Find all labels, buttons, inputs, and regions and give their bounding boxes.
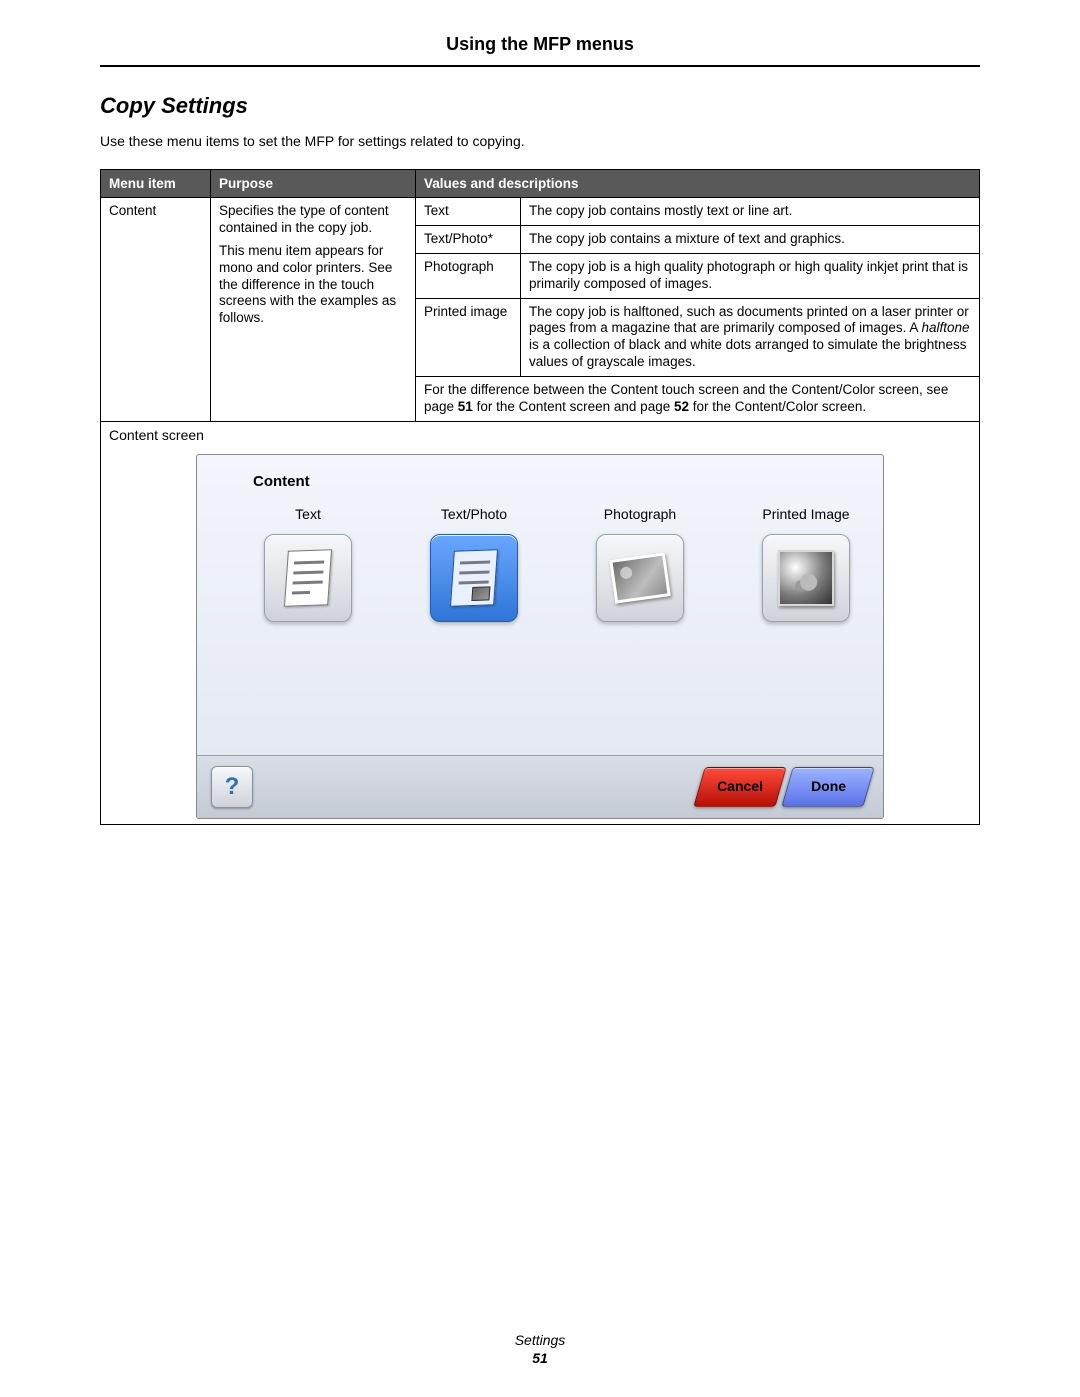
touchscreen-preview: Content Text Text/P <box>196 454 884 819</box>
option-label: Printed Image <box>747 506 865 524</box>
cell-purpose: Specifies the type of content contained … <box>211 198 416 422</box>
divider <box>100 65 980 67</box>
content-screen-label: Content screen <box>109 427 971 445</box>
chapter-title: Using the MFP menus <box>446 34 634 55</box>
question-icon: ? <box>225 772 240 802</box>
value-label: Text/Photo* <box>416 225 521 253</box>
option-text[interactable]: Text <box>249 506 367 622</box>
printed-image-icon <box>762 534 850 622</box>
option-photograph[interactable]: Photograph <box>581 506 699 622</box>
option-printed-image[interactable]: Printed Image <box>747 506 865 622</box>
section-intro: Use these menu items to set the MFP for … <box>100 133 980 149</box>
page-footer: Settings 51 <box>0 1331 1080 1367</box>
col-values: Values and descriptions <box>416 170 980 198</box>
value-label: Text <box>416 198 521 226</box>
chapter-header: Using the MFP menus <box>100 34 980 55</box>
col-menu-item: Menu item <box>101 170 211 198</box>
table-row: Content Specifies the type of content co… <box>101 198 980 226</box>
page-number: 51 <box>0 1349 1080 1367</box>
value-desc: The copy job is halftoned, such as docum… <box>521 298 980 377</box>
text-photo-icon <box>430 534 518 622</box>
help-button[interactable]: ? <box>211 766 253 808</box>
option-text-photo[interactable]: Text/Photo <box>415 506 533 622</box>
touchscreen-heading: Content <box>253 473 865 492</box>
section-title: Copy Settings <box>100 93 980 119</box>
col-purpose: Purpose <box>211 170 416 198</box>
value-desc: The copy job contains mostly text or lin… <box>521 198 980 226</box>
table-row-screen: Content screen Content Text <box>101 421 980 825</box>
done-button[interactable]: Done <box>781 767 874 807</box>
option-label: Text/Photo <box>415 506 533 524</box>
purpose-p2: This menu item appears for mono and colo… <box>219 243 407 327</box>
option-label: Photograph <box>581 506 699 524</box>
photograph-icon <box>596 534 684 622</box>
text-page-icon <box>264 534 352 622</box>
footer-label: Settings <box>0 1331 1080 1349</box>
content-option-row: Text Text/Photo <box>249 506 865 622</box>
option-label: Text <box>249 506 367 524</box>
value-label: Photograph <box>416 253 521 298</box>
value-note: For the difference between the Content t… <box>416 377 980 422</box>
purpose-p1: Specifies the type of content contained … <box>219 203 407 237</box>
value-desc: The copy job is a high quality photograp… <box>521 253 980 298</box>
cancel-button[interactable]: Cancel <box>693 767 786 807</box>
value-desc: The copy job contains a mixture of text … <box>521 225 980 253</box>
touchscreen-footer: ? Cancel Done <box>197 755 883 818</box>
value-label: Printed image <box>416 298 521 377</box>
settings-table: Menu item Purpose Values and description… <box>100 169 980 825</box>
cell-menu-item: Content <box>101 198 211 422</box>
